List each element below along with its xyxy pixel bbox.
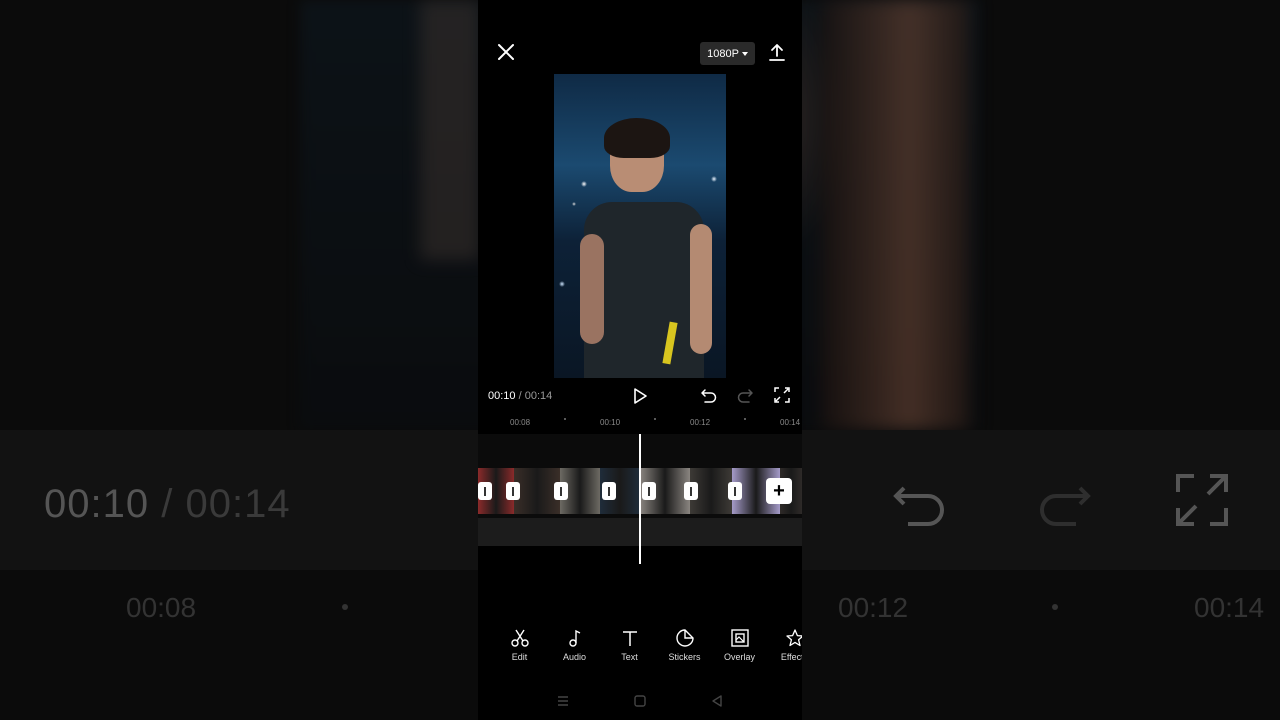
tool-label: Stickers	[668, 652, 701, 662]
transition-button[interactable]	[602, 482, 616, 500]
effects-star-icon	[785, 629, 802, 647]
tool-label: Text	[621, 652, 638, 662]
back-icon[interactable]	[710, 694, 724, 708]
tool-label: Audio	[562, 652, 587, 662]
time-readout: 00:10 / 00:14	[488, 390, 552, 402]
sticker-icon	[675, 629, 694, 647]
tool-effects[interactable]: Effects	[767, 628, 802, 672]
system-nav-bar	[478, 690, 802, 712]
blurred-undo-icon	[893, 486, 944, 526]
video-preview[interactable]	[554, 74, 726, 378]
timeline-ruler: 00:08 00:10 00:12 00:14	[478, 414, 802, 434]
add-clip-button[interactable]: +	[766, 478, 792, 504]
ruler-tick: 00:14	[780, 418, 801, 427]
tool-overlay[interactable]: Overlay	[712, 628, 767, 672]
music-note-icon	[568, 629, 580, 647]
tool-label: Overlay	[723, 652, 755, 662]
transition-button[interactable]	[554, 482, 568, 500]
video-editor-screen: 1080P 00:10 / 00:14 00:08 00:10 00:12 00…	[478, 0, 802, 720]
blurred-fullscreen-icon	[1176, 474, 1228, 526]
bottom-toolbar: Edit Audio Text Stickers Overlay Effec	[478, 628, 802, 672]
close-icon[interactable]	[496, 42, 516, 62]
play-icon[interactable]	[632, 387, 648, 405]
undo-icon[interactable]	[700, 387, 718, 405]
blurred-current-time: 00:10	[44, 482, 150, 526]
current-time: 00:10	[488, 390, 516, 402]
redo-icon[interactable]	[736, 387, 754, 405]
scissors-icon	[510, 629, 529, 647]
ruler-dot	[564, 418, 566, 420]
tool-text[interactable]: Text	[602, 628, 657, 672]
total-time: 00:14	[524, 390, 553, 402]
blurred-arm-left	[420, 0, 480, 260]
transition-button[interactable]	[478, 482, 492, 500]
tool-label: Effects	[780, 652, 802, 662]
ruler-tick: 00:10	[600, 418, 621, 427]
fullscreen-icon[interactable]	[774, 387, 790, 403]
blurred-tick-0008: 00:08	[126, 592, 197, 623]
blurred-time-separator: /	[161, 482, 174, 526]
blurred-time-readout: 00:10 / 00:14	[44, 482, 291, 527]
ruler-dot	[744, 418, 746, 420]
transition-button[interactable]	[506, 482, 520, 500]
blurred-tick-dot	[1052, 604, 1058, 610]
blurred-tick-0012: 00:12	[838, 592, 909, 623]
export-icon[interactable]	[768, 42, 786, 62]
transition-button[interactable]	[642, 482, 656, 500]
chevron-down-icon	[741, 51, 748, 56]
blurred-total-time: 00:14	[185, 482, 291, 526]
text-icon	[622, 631, 637, 646]
tool-label: Edit	[511, 652, 528, 662]
ruler-tick: 00:08	[510, 418, 531, 427]
resolution-label: 1080P	[707, 47, 739, 60]
preview-person-arm	[580, 234, 604, 344]
transition-button[interactable]	[684, 482, 698, 500]
overlay-icon	[730, 629, 749, 647]
tool-audio[interactable]: Audio	[547, 628, 602, 672]
resolution-button[interactable]: 1080P	[700, 42, 755, 65]
blurred-tick-0014: 00:14	[1194, 592, 1265, 623]
blurred-redo-icon	[1040, 486, 1091, 526]
playhead[interactable]	[639, 434, 641, 564]
preview-person-hair	[604, 118, 670, 158]
ruler-dot	[654, 418, 656, 420]
transition-button[interactable]	[728, 482, 742, 500]
menu-icon[interactable]	[556, 694, 570, 708]
ruler-tick: 00:12	[690, 418, 711, 427]
time-separator: /	[518, 390, 522, 402]
blurred-arm-right	[820, 0, 970, 430]
tool-edit[interactable]: Edit	[492, 628, 547, 672]
home-icon[interactable]	[633, 694, 647, 708]
blurred-tick-dot	[342, 604, 348, 610]
tool-stickers[interactable]: Stickers	[657, 628, 712, 672]
preview-person-arm	[690, 224, 712, 354]
